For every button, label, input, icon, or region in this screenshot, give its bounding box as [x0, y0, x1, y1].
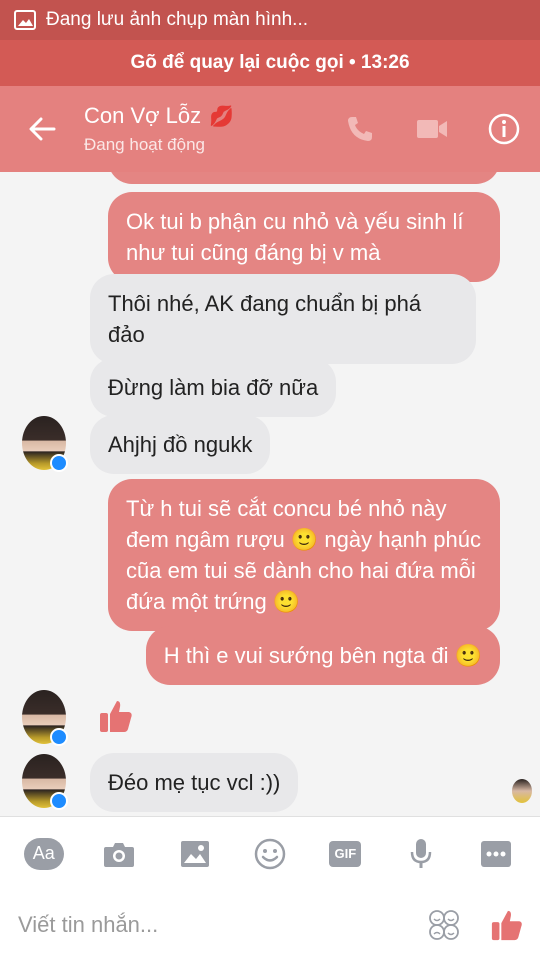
gif-button[interactable]: GIF [321, 830, 369, 878]
thumbs-up-icon [491, 910, 522, 941]
voice-call-button[interactable] [324, 86, 396, 172]
message-input[interactable] [18, 912, 414, 938]
messenger-badge-icon [50, 728, 68, 746]
back-arrow-icon [29, 117, 56, 141]
camera-icon [104, 842, 135, 867]
aa-icon: Aa [23, 837, 64, 870]
active-status: Đang hoạt động [84, 135, 205, 154]
more-button[interactable] [472, 830, 520, 878]
video-call-button[interactable] [396, 86, 468, 172]
status-text: Đang lưu ảnh chụp màn hình... [46, 9, 309, 30]
image-icon [14, 10, 36, 30]
message-incoming[interactable]: Đừng làm bia đỡ nữa [90, 358, 337, 417]
microphone-icon [410, 838, 432, 868]
avatar[interactable] [22, 754, 68, 810]
back-button[interactable] [0, 86, 84, 172]
info-button[interactable] [468, 86, 540, 172]
message-incoming[interactable]: Thôi nhé, AK đang chuẩn bị phá đảo [90, 274, 476, 364]
sticker-icon [429, 910, 459, 940]
status-bar: Đang lưu ảnh chụp màn hình... [0, 0, 540, 40]
message-list[interactable]: Ok tui b phận cu nhỏ và yếu sinh lí như … [0, 172, 540, 816]
messenger-badge-icon [50, 454, 68, 472]
message-incoming[interactable]: Đéo mẹ tục vcl :)) [90, 753, 299, 812]
return-to-call-banner[interactable]: Gõ để quay lại cuộc gọi • 13:26 [0, 40, 540, 86]
lips-emoji: 💋 [209, 105, 235, 128]
phone-icon [348, 117, 372, 141]
gif-icon: GIF [329, 840, 362, 867]
messenger-badge-icon [50, 792, 68, 810]
emoji-button[interactable] [246, 830, 294, 878]
emoji-icon [254, 838, 286, 869]
voice-message-button[interactable] [397, 830, 445, 878]
more-icon [481, 840, 512, 867]
sticker-button[interactable] [414, 895, 474, 955]
message-outgoing[interactable]: H thì e vui sướng bên ngta đi 🙂 [145, 626, 500, 685]
thumbs-up-icon[interactable] [98, 698, 134, 734]
gallery-button[interactable] [171, 830, 219, 878]
conversation-header: Con Vợ Lỗz 💋 Đang hoạt động [0, 86, 540, 172]
contact-name: Con Vợ Lỗz [84, 103, 202, 128]
message-outgoing[interactable]: Từ h tui sẽ cắt concu bé nhỏ này đem ngâ… [108, 479, 500, 631]
composer [0, 890, 540, 960]
gallery-icon [180, 840, 209, 867]
avatar[interactable] [22, 690, 68, 746]
seen-avatar [512, 779, 532, 803]
avatar[interactable] [22, 416, 68, 472]
send-like-button[interactable] [474, 895, 540, 955]
camera-button[interactable] [95, 830, 143, 878]
call-banner-text: Gõ để quay lại cuộc gọi • 13:26 [130, 52, 410, 73]
video-camera-icon [417, 120, 447, 138]
message-outgoing[interactable]: Ok tui b phận cu nhỏ và yếu sinh lí như … [108, 192, 500, 282]
info-icon [488, 113, 520, 145]
message-incoming[interactable]: Ahjhj đồ ngukk [90, 415, 271, 474]
composer-toolbar: Aa GIF [0, 816, 540, 890]
message-outgoing[interactable] [108, 172, 500, 184]
text-format-button[interactable]: Aa [20, 830, 68, 878]
contact-info[interactable]: Con Vợ Lỗz 💋 Đang hoạt động [84, 103, 324, 155]
